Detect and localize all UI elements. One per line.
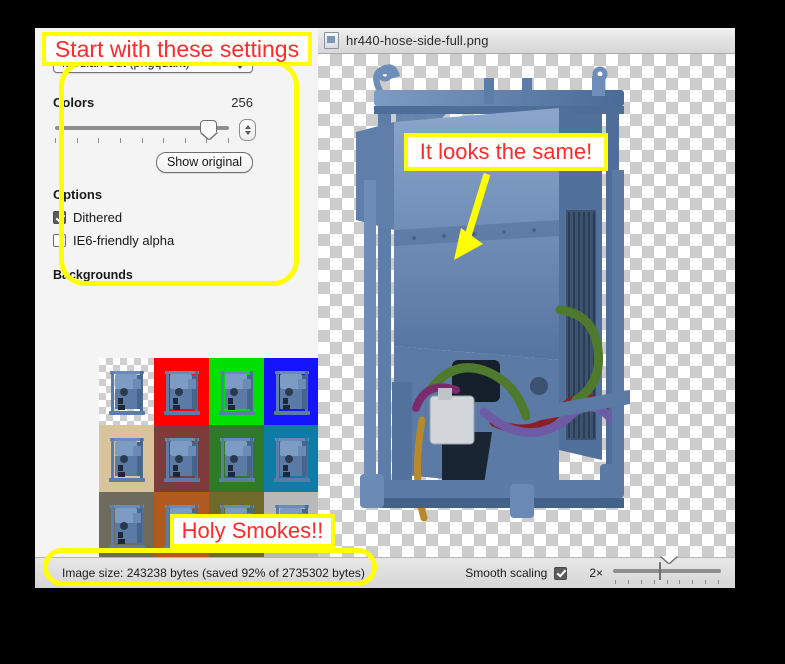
background-thumbnail-brick-texture[interactable] [154, 425, 209, 492]
window-title: hr440-hose-side-full.png [346, 33, 489, 48]
image-size-status: Image size: 243238 bytes (saved 92% of 2… [62, 566, 365, 580]
option-dithered[interactable]: Dithered [53, 210, 300, 225]
background-thumbnail-sand-texture[interactable] [99, 425, 154, 492]
screenshot-root: hr440-hose-side-full.png Median Cut (png… [0, 0, 785, 664]
colors-number-stepper[interactable] [239, 119, 256, 141]
colors-slider-row [53, 119, 263, 145]
checkbox-icon-ie6-alpha[interactable] [53, 234, 66, 247]
colors-label: Colors [53, 95, 94, 110]
background-thumbnail-leaves-texture[interactable] [209, 425, 264, 492]
png-document-icon [324, 32, 339, 49]
backgrounds-header: Backgrounds [35, 268, 318, 282]
show-original-row: Show original [53, 152, 253, 173]
app-window: hr440-hose-side-full.png Median Cut (png… [35, 28, 735, 588]
background-thumbnail-gravel-texture[interactable] [99, 492, 154, 558]
background-thumbnail-solid-red[interactable] [154, 358, 209, 425]
smooth-scaling-label: Smooth scaling [465, 566, 547, 580]
option-ie6-alpha-label: IE6-friendly alpha [73, 233, 174, 248]
background-thumbnail-transparent-checker[interactable] [99, 358, 154, 425]
colors-row: Colors 256 [53, 95, 253, 110]
checkbox-icon-dithered[interactable] [53, 211, 66, 224]
status-bar: Image size: 243238 bytes (saved 92% of 2… [35, 557, 735, 588]
background-thumbnail-solid-green[interactable] [209, 358, 264, 425]
colors-value: 256 [231, 95, 253, 110]
option-dithered-label: Dithered [73, 210, 122, 225]
option-ie6-alpha[interactable]: IE6-friendly alpha [53, 233, 300, 248]
smooth-scaling-checkbox[interactable] [554, 567, 567, 580]
zoom-slider-ticks [615, 580, 719, 585]
colors-slider[interactable] [53, 119, 231, 145]
background-thumbnail-solid-blue[interactable] [264, 358, 319, 425]
checkbox-icon-smooth-scaling[interactable] [554, 567, 567, 580]
show-original-button[interactable]: Show original [156, 152, 253, 173]
colors-slider-ticks [55, 138, 229, 144]
zoom-slider[interactable] [613, 562, 721, 584]
background-thumbnail-water-texture[interactable] [264, 425, 319, 492]
annotation-holy-smokes: Holy Smokes!! [170, 514, 335, 548]
annotation-looks-the-same: It looks the same! [404, 133, 608, 171]
status-bar-right: Smooth scaling 2× [465, 562, 721, 584]
zoom-level-label: 2× [589, 566, 603, 580]
options-header: Options [53, 187, 300, 202]
annotation-start-settings: Start with these settings [42, 32, 312, 66]
machine-preview-image [334, 60, 674, 540]
window-titlebar[interactable]: hr440-hose-side-full.png [318, 28, 735, 54]
colors-slider-thumb[interactable] [200, 120, 217, 137]
zoom-slider-thumb[interactable] [659, 563, 675, 580]
image-canvas[interactable] [318, 54, 735, 557]
